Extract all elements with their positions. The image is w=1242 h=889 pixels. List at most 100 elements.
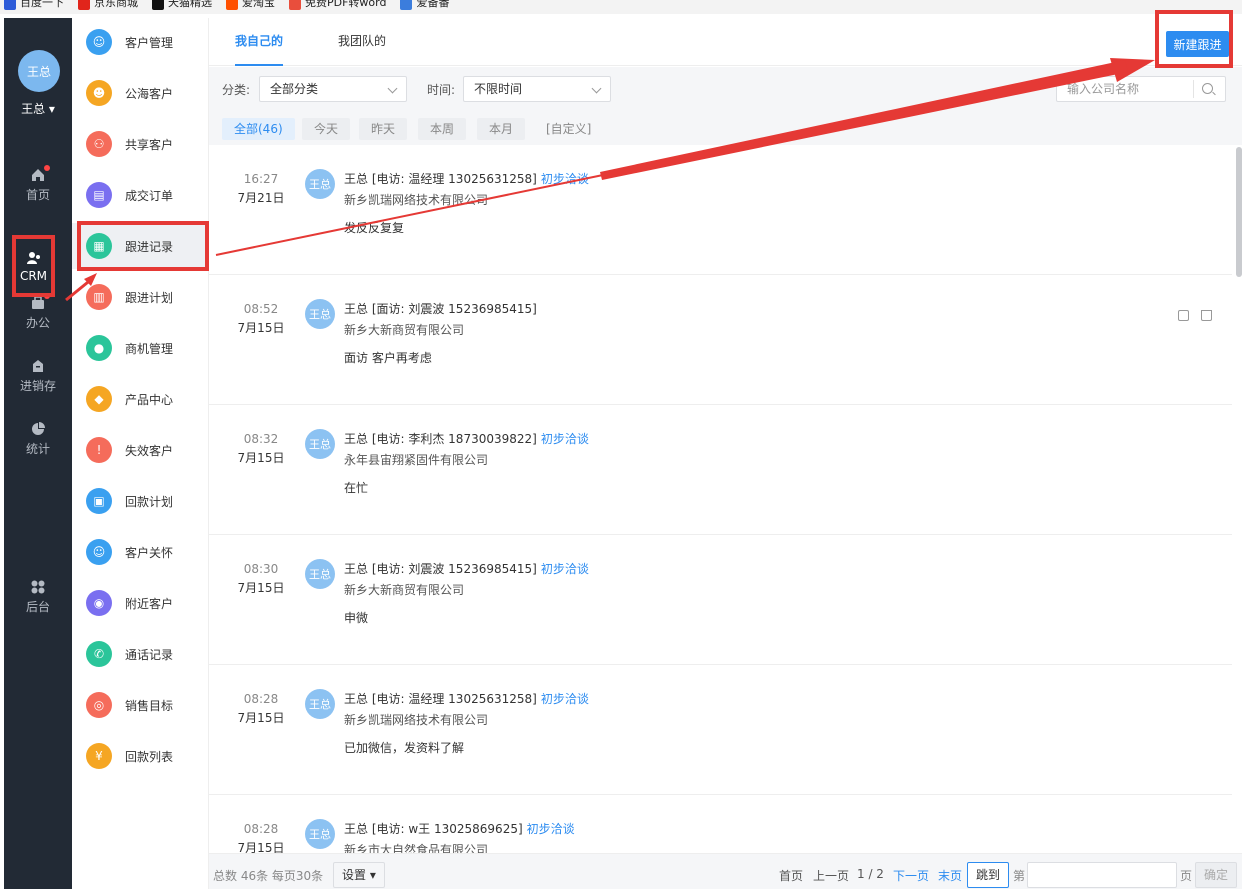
scrollbar[interactable] [1236,147,1242,277]
crm-menu-item[interactable]: ¥ 回款列表 [72,733,209,779]
record-stage[interactable]: 初步洽谈 [541,432,589,446]
bookmark-item[interactable]: 免费PDF转word [289,0,386,10]
crm-menu-item[interactable]: ⚇ 共享客户 [72,121,209,167]
menu-item-label: 客户关怀 [125,545,174,560]
crm-menu-item[interactable]: ● 商机管理 [72,325,209,371]
pager-last[interactable]: 末页 [938,867,962,884]
search-icon[interactable] [1202,83,1213,94]
user-name-menu[interactable]: 王总 ▾ [4,100,72,117]
range-filter[interactable]: [自定义] [534,118,603,140]
bookmark-favicon-icon [400,0,413,10]
crm-menu-item[interactable]: ! 失效客户 [72,427,209,473]
record-company[interactable]: 永年县宙翔紧固件有限公司 [344,451,488,468]
record-company[interactable]: 新乡大新商贸有限公司 [344,581,464,598]
crm-menu-item[interactable]: ☻ 公海客户 [72,70,209,116]
admin-icon [30,579,46,595]
tabs-bar: 我自己的 我团队的 新建跟进 [209,18,1242,66]
crm-menu-item[interactable]: ▥ 跟进计划 [72,274,209,320]
nav-item-stats[interactable]: 统计 [4,413,72,465]
record-contact: 王总 [面访: 刘震波 15236985415] [344,302,537,316]
record-note: 发反反复复 [344,221,405,235]
record-stage[interactable]: 初步洽谈 [541,692,589,706]
date-range-filters: 全部(46) 今天 昨天 本周 本月 [自定义] [209,111,1242,145]
pager-summary: 总数 46条 每页30条 [213,869,324,883]
pager-prev[interactable]: 上一页 [813,867,849,884]
bookmark-item[interactable]: 爱淘宝 [226,0,275,10]
nav-item-label: 后台 [25,600,50,614]
crm-menu-item[interactable]: ☺ 客户关怀 [72,529,209,575]
nav-item-inventory[interactable]: 进销存 [4,350,72,402]
bookmark-item[interactable]: 爱备番 [400,0,449,10]
tab-mine[interactable]: 我自己的 [235,18,284,66]
record-time: 08:28 [243,692,279,706]
pager-settings[interactable]: 设置 ▾ [333,862,385,888]
followup-record[interactable]: 08:28 7月15日 王总 王总 [电访: 温经理 13025631258] 初… [209,665,1232,795]
time-select[interactable]: 不限时间 [463,76,611,102]
range-filter[interactable]: 昨天 [359,118,408,140]
pager-di: 第 [1013,869,1026,883]
followup-record[interactable]: 08:32 7月15日 王总 王总 [电访: 李利杰 18730039822] 初… [209,405,1232,535]
bookmark-label: 京东商城 [94,0,138,9]
record-company[interactable]: 新乡凯瑞网络技术有限公司 [344,191,488,208]
inventory-icon [30,358,46,374]
delete-icon[interactable] [1201,310,1212,321]
pager-confirm-button[interactable]: 确定 [1195,862,1238,888]
range-filter[interactable]: 全部(46) [222,118,295,140]
record-company[interactable]: 新乡大新商贸有限公司 [344,321,464,338]
record-avatar: 王总 [305,299,335,329]
comment-icon[interactable] [1178,310,1189,321]
main-content: 我自己的 我团队的 新建跟进 分类: 全部分类 时间: 不限时间 全部(46) 今… [209,18,1242,889]
range-filter[interactable]: 本周 [418,118,467,140]
menu-item-label: 回款计划 [125,494,174,509]
user-avatar[interactable]: 王总 [18,50,60,92]
record-header: 王总 [面访: 刘震波 15236985415] [344,300,541,317]
record-date: 7月15日 [237,711,285,725]
crm-menu-item[interactable]: ◎ 销售目标 [72,682,209,728]
pager-page-input[interactable] [1027,862,1177,888]
tab-team[interactable]: 我团队的 [338,18,386,66]
range-filter[interactable]: 本月 [477,118,526,140]
followup-record[interactable]: 08:52 7月15日 王总 王总 [面访: 刘震波 15236985415] … [209,275,1232,405]
pager-next[interactable]: 下一页 [893,867,929,884]
record-header: 王总 [电访: 温经理 13025631258] 初步洽谈 [344,690,589,707]
crm-menu-item[interactable]: ◆ 产品中心 [72,376,209,422]
record-stage[interactable]: 初步洽谈 [527,822,575,836]
menu-item-icon: ◎ [86,692,112,718]
record-company[interactable]: 新乡市大自然食品有限公司 [344,841,488,853]
chevron-down-icon [591,83,602,94]
record-stage[interactable]: 初步洽谈 [541,172,589,186]
range-filter[interactable]: 今天 [302,118,351,140]
chevron-down-icon [387,83,398,94]
record-header: 王总 [电访: 刘震波 15236985415] 初步洽谈 [344,560,589,577]
category-select[interactable]: 全部分类 [259,76,407,102]
followup-record[interactable]: 08:28 7月15日 王总 王总 [电访: w王 13025869625] 初步… [209,795,1232,853]
record-stage[interactable]: 初步洽谈 [541,562,589,576]
pager-jump-button[interactable]: 跳到 [967,862,1010,888]
followup-record[interactable]: 08:30 7月15日 王总 王总 [电访: 刘震波 15236985415] 初… [209,535,1232,665]
nav-item-home[interactable]: 首页 [4,159,72,211]
pager-pages: 1 / 2 [857,867,884,881]
bookmark-item[interactable]: 百度一下 [4,0,64,10]
crm-menu-item[interactable]: ▣ 回款计划 [72,478,209,524]
followup-record[interactable]: 16:27 7月21日 王总 王总 [电访: 温经理 13025631258] 初… [209,145,1232,275]
crm-menu-item[interactable]: ◉ 附近客户 [72,580,209,626]
menu-item-icon: ◉ [86,590,112,616]
crm-menu-item[interactable]: ▤ 成交订单 [72,172,209,218]
menu-item-icon: ☺ [86,29,112,55]
crm-menu-item[interactable]: ☺ 客户管理 [72,19,209,65]
bookmark-item[interactable]: 京东商城 [78,0,138,10]
time-select-value: 不限时间 [474,82,523,96]
nav-item-crm-active[interactable]: CRM [16,239,51,293]
crm-menu-item[interactable]: ✆ 通话记录 [72,631,209,677]
pager-first[interactable]: 首页 [779,867,803,884]
nav-item-admin[interactable]: 后台 [4,571,72,623]
company-search-input[interactable] [1067,78,1197,100]
record-company[interactable]: 新乡凯瑞网络技术有限公司 [344,711,488,728]
menu-item-label: 回款列表 [125,749,174,764]
menu-item-icon: ☻ [86,80,112,106]
record-note: 已加微信，发资料了解 [344,741,465,755]
menu-item-icon: ▣ [86,488,112,514]
bookmark-item[interactable]: 天猫精选 [152,0,212,10]
record-time: 08:32 [243,432,279,446]
record-date: 7月15日 [237,581,285,595]
